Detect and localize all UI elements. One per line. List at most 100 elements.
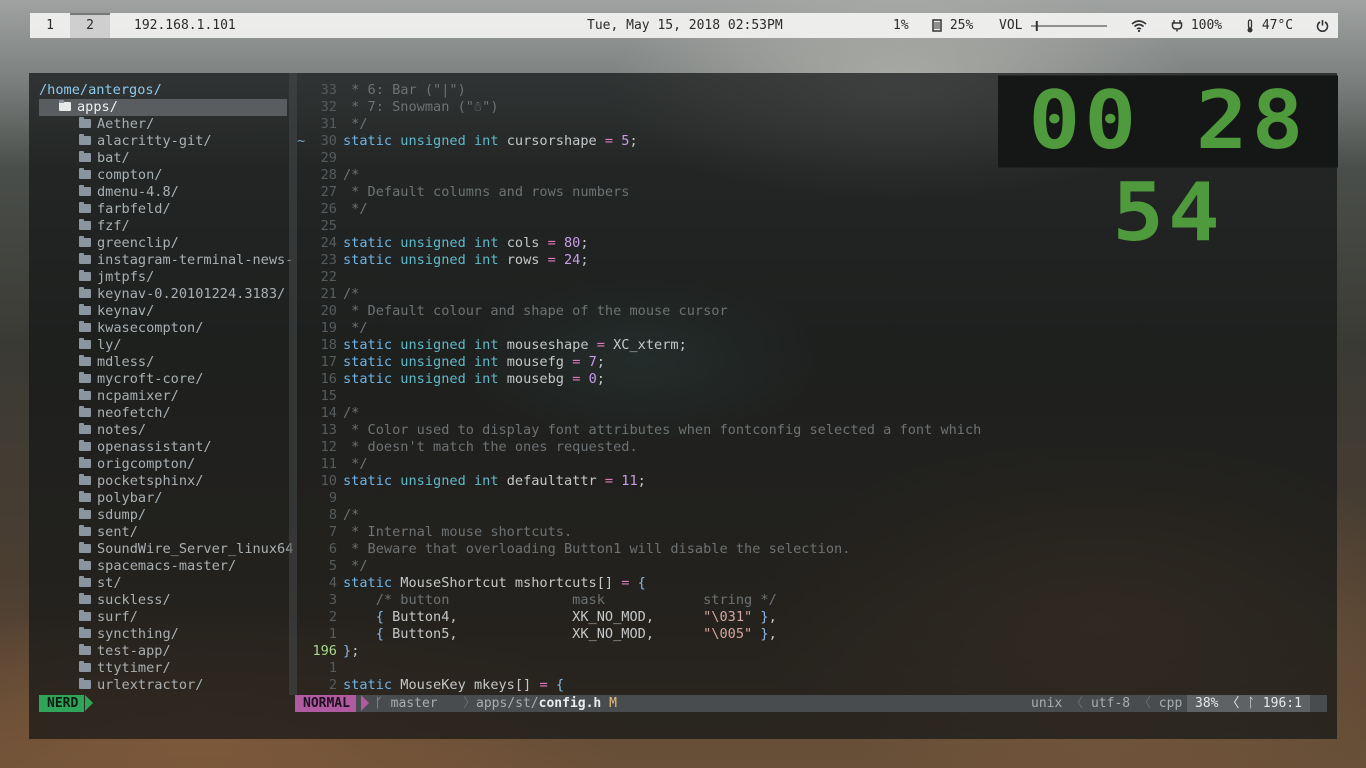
- position-separator-icon: 〈: [1226, 696, 1240, 711]
- workspace-1[interactable]: 1: [30, 13, 70, 38]
- tree-item[interactable]: test-app/: [29, 643, 171, 660]
- code-line[interactable]: static unsigned int rows = 24;: [343, 252, 589, 269]
- tree-item[interactable]: bat/: [29, 150, 130, 167]
- code-line[interactable]: * Beware that overloading Button1 will d…: [343, 541, 850, 558]
- pane-splitter[interactable]: [289, 73, 297, 695]
- tree-item[interactable]: pocketsphinx/: [29, 473, 203, 490]
- code-line[interactable]: */: [343, 456, 367, 473]
- code-line[interactable]: };: [343, 643, 359, 660]
- tree-item[interactable]: mycroft-core/: [29, 371, 203, 388]
- code-line[interactable]: * Internal mouse shortcuts.: [343, 524, 572, 541]
- folder-icon: [79, 201, 91, 213]
- tree-item[interactable]: mdless/: [29, 354, 154, 371]
- code-line[interactable]: /*: [343, 405, 359, 422]
- line-number: 27: [320, 184, 337, 200]
- tree-item[interactable]: syncthing/: [29, 626, 179, 643]
- tree-item[interactable]: SoundWire_Server_linux64: [29, 541, 293, 558]
- line-number: 10: [320, 473, 337, 489]
- tree-item[interactable]: ly/: [29, 337, 122, 354]
- tree-item-label: jmtpfs/: [97, 269, 155, 285]
- line-number: 22: [320, 269, 337, 285]
- tree-item[interactable]: origcompton/: [29, 456, 195, 473]
- code-line[interactable]: */: [343, 320, 367, 337]
- code-line[interactable]: static unsigned int cursorshape = 5;: [343, 133, 638, 150]
- volume-slider[interactable]: [1030, 20, 1108, 32]
- tree-item[interactable]: suckless/: [29, 592, 171, 609]
- tree-item[interactable]: fzf/: [29, 218, 130, 235]
- tree-item[interactable]: ncpamixer/: [29, 388, 179, 405]
- tree-item[interactable]: farbfeld/: [29, 201, 171, 218]
- code-line[interactable]: static unsigned int mousebg = 0;: [343, 371, 605, 388]
- line-number: 20: [320, 303, 337, 319]
- folder-icon: [79, 116, 91, 128]
- tree-item[interactable]: urlextractor/: [29, 677, 203, 694]
- tree-item-label: test-app/: [97, 643, 171, 659]
- volume-module[interactable]: VOL: [999, 13, 1108, 38]
- tree-item[interactable]: sent/: [29, 524, 138, 541]
- folder-icon: [79, 558, 91, 570]
- code-line[interactable]: * doesn't match the ones requested.: [343, 439, 637, 456]
- code-line[interactable]: /*: [343, 507, 359, 524]
- code-line[interactable]: static unsigned int mousefg = 7;: [343, 354, 605, 371]
- workspace-2[interactable]: 2: [70, 13, 110, 38]
- tree-item[interactable]: Aether/: [29, 116, 154, 133]
- code-line[interactable]: static unsigned int mouseshape = XC_xter…: [343, 337, 687, 354]
- code-line[interactable]: static unsigned int cols = 80;: [343, 235, 589, 252]
- tree-item-label: neofetch/: [97, 405, 171, 421]
- tree-item[interactable]: ttytimer/: [29, 660, 171, 677]
- folder-icon: [79, 184, 91, 196]
- line-number: 9: [328, 490, 337, 506]
- code-line[interactable]: static MouseShortcut mshortcuts[] = {: [343, 575, 646, 592]
- code-line[interactable]: { Button5, XK_NO_MOD, "\005" },: [343, 626, 777, 643]
- tree-item[interactable]: st/: [29, 575, 122, 592]
- tree-item[interactable]: compton/: [29, 167, 162, 184]
- tree-item[interactable]: spacemacs-master/: [29, 558, 236, 575]
- code-line[interactable]: * Color used to display font attributes …: [343, 422, 981, 439]
- file-tree-pane[interactable]: /home/antergos/ apps/ Aether/alacritty-g…: [29, 73, 293, 695]
- code-line[interactable]: /* button mask string */: [343, 592, 777, 609]
- tree-item[interactable]: openassistant/: [29, 439, 212, 456]
- code-line[interactable]: */: [343, 201, 367, 218]
- tree-item[interactable]: notes/: [29, 422, 146, 439]
- tree-item-label: ncpamixer/: [97, 388, 179, 404]
- tree-item[interactable]: jmtpfs/: [29, 269, 154, 286]
- folder-icon: [79, 439, 91, 451]
- code-line[interactable]: static unsigned int defaultattr = 11;: [343, 473, 646, 490]
- tree-item-label: keynav-0.20101224.3183/: [97, 286, 286, 302]
- tree-item[interactable]: instagram-terminal-news-: [29, 252, 293, 269]
- tree-item[interactable]: keynav-0.20101224.3183/: [29, 286, 285, 303]
- tree-item[interactable]: keynav/: [29, 303, 154, 320]
- tree-item[interactable]: greenclip/: [29, 235, 179, 252]
- tree-item-label: sent/: [97, 524, 138, 540]
- tree-item[interactable]: surf/: [29, 609, 138, 626]
- code-line[interactable]: */: [343, 558, 367, 575]
- code-line[interactable]: { Button4, XK_NO_MOD, "\031" },: [343, 609, 777, 626]
- folder-icon: [79, 252, 91, 264]
- line-number: 21: [320, 286, 337, 302]
- code-line[interactable]: * 6: Bar ("|"): [343, 82, 466, 99]
- tree-item[interactable]: polybar/: [29, 490, 162, 507]
- datetime[interactable]: Tue, May 15, 2018 02:53PM: [587, 13, 783, 38]
- tree-item[interactable]: alacritty-git/: [29, 133, 212, 150]
- line-number: 5: [328, 558, 337, 574]
- tree-item[interactable]: kwasecompton/: [29, 320, 203, 337]
- tree-item[interactable]: sdump/: [29, 507, 146, 524]
- tree-item-apps[interactable]: apps/: [39, 99, 287, 116]
- folder-icon: [79, 473, 91, 485]
- nerdtree-separator: [85, 695, 93, 711]
- code-line[interactable]: */: [343, 116, 367, 133]
- wifi-module[interactable]: [1131, 13, 1147, 38]
- code-line[interactable]: /*: [343, 167, 359, 184]
- code-line[interactable]: * Default columns and rows numbers: [343, 184, 629, 201]
- tree-item[interactable]: neofetch/: [29, 405, 171, 422]
- memory-module: 25%: [932, 13, 973, 38]
- code-line[interactable]: static MouseKey mkeys[] = {: [343, 677, 564, 694]
- code-line[interactable]: * 7: Snowman ("☃"): [343, 99, 498, 116]
- tree-item[interactable]: dmenu-4.8/: [29, 184, 179, 201]
- power-button[interactable]: [1316, 13, 1329, 38]
- code-line[interactable]: * Default colour and shape of the mouse …: [343, 303, 727, 320]
- code-line[interactable]: /*: [343, 286, 359, 303]
- cpu-usage: 1%: [893, 18, 909, 33]
- status-line: NERD NORMAL ᚴ master 〉apps/st/config.h M…: [29, 695, 1337, 712]
- info-separator-icon: 〈: [1070, 696, 1084, 711]
